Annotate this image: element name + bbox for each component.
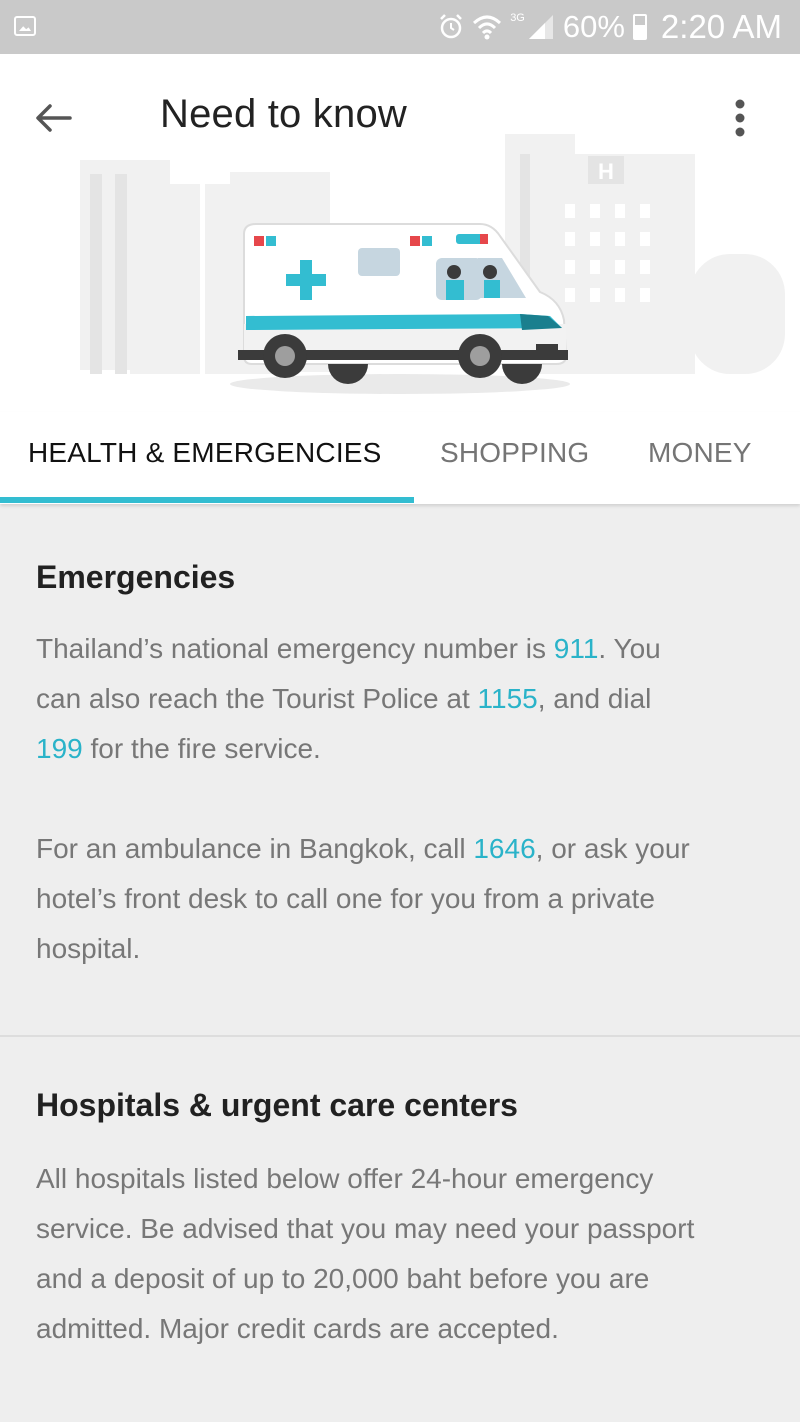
phone-link-1155[interactable]: 1155	[478, 683, 538, 714]
more-vert-icon[interactable]	[724, 94, 756, 142]
hospitals-paragraph: All hospitals listed below offer 24-hour…	[36, 1154, 796, 1354]
text: Thailand’s national emergency number is	[36, 633, 554, 664]
text: For an ambulance in Bangkok, call	[36, 833, 474, 864]
network-type: 3G	[510, 12, 525, 24]
gallery-notification-icon	[14, 16, 36, 36]
hospitals-section: Hospitals & urgent care centers All hosp…	[0, 1087, 800, 1354]
phone-link-199[interactable]: 199	[36, 733, 83, 764]
status-bar: 3G 60% 2:20 AM	[0, 0, 800, 54]
text: All hospitals listed below offer 24-hour…	[36, 1163, 654, 1194]
status-right: 3G 60% 2:20 AM	[438, 0, 782, 54]
text: , or ask your	[535, 833, 690, 864]
text: , and dial	[537, 683, 652, 714]
page-title: Need to know	[160, 92, 407, 136]
emergency-numbers-paragraph: Thailand’s national emergency number is …	[36, 624, 764, 774]
section-title-emergencies: Emergencies	[36, 559, 236, 595]
text: hotel’s front desk to call one for you f…	[36, 883, 655, 914]
ambulance-illustration: H	[80, 134, 785, 394]
hospital-sign: H	[598, 159, 614, 184]
tab-health-emergencies[interactable]: HEALTH & EMERGENCIES	[28, 412, 382, 494]
ambulance-paragraph: For an ambulance in Bangkok, call 1646, …	[36, 824, 764, 974]
text: for the fire service.	[82, 733, 321, 764]
wifi-icon	[473, 15, 502, 40]
battery-percentage: 60%	[562, 9, 625, 44]
text: service. Be advised that you may need yo…	[36, 1213, 695, 1244]
tab-shopping[interactable]: SHOPPING	[440, 412, 589, 494]
emergencies-section: Emergencies Thailand’s national emergenc…	[0, 559, 800, 974]
tab-bar: HEALTH & EMERGENCIES SHOPPING MONEY	[0, 412, 800, 504]
phone-link-911[interactable]: 911	[554, 633, 599, 664]
section-divider	[0, 1035, 800, 1037]
text: . You	[598, 633, 661, 664]
back-arrow-icon[interactable]	[30, 94, 78, 142]
alarm-icon	[440, 14, 463, 39]
text: can also reach the Tourist Police at	[36, 683, 478, 714]
battery-icon	[632, 14, 647, 40]
tab-indicator	[0, 497, 414, 503]
clock: 2:20 AM	[660, 8, 782, 45]
tab-money[interactable]: MONEY	[648, 412, 752, 494]
signal-icon	[528, 15, 553, 39]
text: admitted. Major credit cards are accepte…	[36, 1313, 559, 1344]
text: and a deposit of up to 20,000 baht befor…	[36, 1263, 650, 1294]
text: hospital.	[36, 933, 141, 964]
phone-link-1646[interactable]: 1646	[473, 833, 535, 864]
section-title-hospitals: Hospitals & urgent care centers	[36, 1087, 518, 1123]
